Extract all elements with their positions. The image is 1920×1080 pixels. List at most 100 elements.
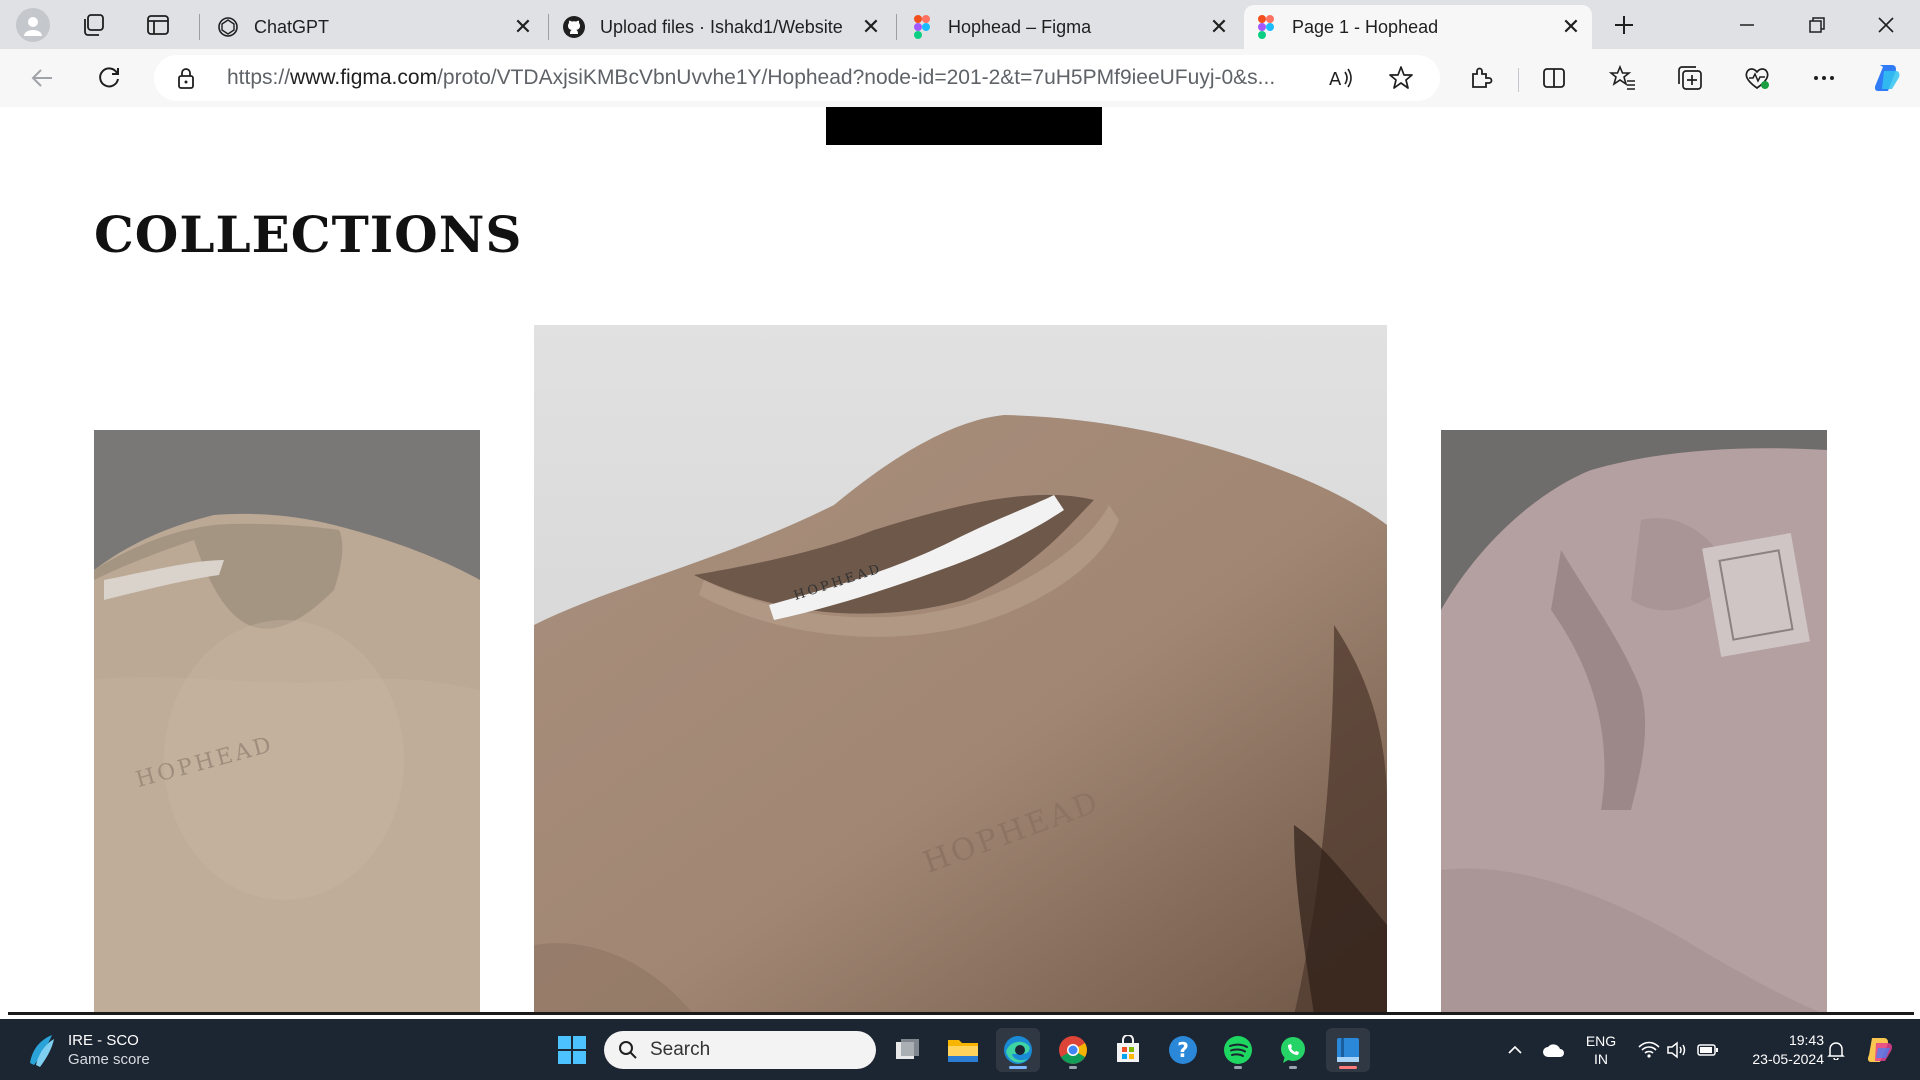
chrome-taskbar-button[interactable] — [1051, 1028, 1095, 1072]
running-indicator — [1289, 1066, 1297, 1069]
restore-icon — [1809, 16, 1825, 33]
book-app-icon — [1337, 1038, 1359, 1062]
address-bar[interactable]: https://www.figma.com/proto/VTDAxjsiKMBc… — [154, 55, 1440, 101]
back-button[interactable] — [22, 57, 64, 99]
whatsapp-icon — [1281, 1037, 1305, 1063]
chevron-up-icon — [1508, 1045, 1522, 1054]
product-card-pink-polo[interactable] — [1441, 430, 1827, 1015]
page-divider — [8, 1012, 1914, 1015]
cloud-icon — [1543, 1043, 1564, 1057]
active-indicator — [1009, 1066, 1027, 1069]
copilot-button[interactable] — [1866, 57, 1908, 99]
browser-toolbar: https://www.figma.com/proto/VTDAxjsiKMBc… — [0, 49, 1920, 107]
task-view-icon — [896, 1039, 919, 1059]
product-card-beige-tee[interactable]: HOPHEAD — [94, 430, 480, 1015]
tab-title: Upload files · Ishakd1/Website — [600, 16, 843, 37]
tab-chatgpt[interactable]: ChatGPT ✕ — [206, 5, 544, 49]
browser-tab-strip: ChatGPT ✕ Upload files · Ishakd1/Website… — [0, 0, 1920, 49]
whatsapp-taskbar-button[interactable] — [1271, 1028, 1315, 1072]
edge-icon — [1004, 1036, 1032, 1064]
app-taskbar-button[interactable] — [1326, 1028, 1370, 1072]
tab-page1-hophead[interactable]: Page 1 - Hophead ✕ — [1244, 5, 1592, 49]
pink-polo-image — [1441, 430, 1827, 1015]
split-screen-icon — [1543, 68, 1565, 88]
workspaces-icon — [84, 14, 104, 36]
wifi-tray[interactable] — [1634, 1019, 1664, 1080]
favorites-button[interactable] — [1602, 57, 1644, 99]
system-clock[interactable]: 19:43 23-05-2024 — [1734, 1019, 1824, 1080]
language-indicator[interactable]: ENG IN — [1583, 1019, 1619, 1080]
help-icon: ? — [1169, 1036, 1197, 1064]
cricket-score-icon — [30, 1035, 54, 1067]
copilot-tray[interactable] — [1860, 1019, 1900, 1080]
task-view-button[interactable] — [886, 1028, 930, 1072]
lock-icon[interactable] — [176, 66, 196, 95]
url-text[interactable]: https://www.figma.com/proto/VTDAxjsiKMBc… — [227, 66, 1322, 90]
figma-icon — [910, 15, 934, 39]
spotify-taskbar-button[interactable] — [1216, 1028, 1260, 1072]
hero-banner-bottom — [826, 107, 1102, 145]
notifications-tray[interactable] — [1822, 1019, 1850, 1080]
onedrive-tray[interactable] — [1538, 1019, 1570, 1080]
close-tab-icon[interactable]: ✕ — [1560, 14, 1582, 39]
close-tab-icon[interactable]: ✕ — [512, 14, 534, 39]
start-button[interactable] — [550, 1028, 594, 1072]
edge-taskbar-button[interactable] — [996, 1028, 1040, 1072]
show-hidden-icons[interactable] — [1500, 1019, 1530, 1080]
store-taskbar-button[interactable] — [1106, 1028, 1150, 1072]
minimize-icon — [1740, 23, 1754, 26]
volume-tray[interactable] — [1662, 1019, 1692, 1080]
workspaces-button[interactable] — [74, 5, 114, 45]
bell-icon — [1827, 1041, 1845, 1060]
extensions-button[interactable] — [1460, 57, 1502, 99]
running-indicator — [1069, 1066, 1077, 1069]
taskbar-search[interactable]: Search — [604, 1031, 876, 1069]
wifi-icon — [1638, 1041, 1660, 1058]
weather-widget[interactable]: IRE - SCO Game score — [26, 1031, 150, 1069]
spotify-icon — [1224, 1036, 1252, 1064]
refresh-button[interactable] — [88, 57, 130, 99]
battery-tray[interactable] — [1693, 1019, 1723, 1080]
tab-hophead-figma[interactable]: Hophead – Figma ✕ — [900, 5, 1240, 49]
url-scheme: https:// — [227, 66, 291, 89]
tab-title: Page 1 - Hophead — [1292, 16, 1439, 37]
figma-prototype-page: COLLECTIONS HOPHEAD HOPHEAD HOPHEAD — [8, 107, 1914, 1015]
widget-subtitle: Game score — [68, 1051, 150, 1068]
restore-button[interactable] — [1787, 0, 1847, 49]
tab-title: Hophead – Figma — [948, 16, 1092, 37]
svg-text:?: ? — [1177, 1038, 1189, 1062]
battery-icon — [1697, 1043, 1718, 1056]
taupe-tee-image — [534, 325, 1387, 1015]
help-taskbar-button[interactable]: ? — [1161, 1028, 1205, 1072]
speaker-icon — [1667, 1040, 1686, 1059]
profile-button[interactable] — [13, 5, 53, 45]
tab-actions-button[interactable] — [138, 5, 178, 45]
close-tab-icon[interactable]: ✕ — [860, 14, 882, 39]
folder-icon — [948, 1040, 978, 1062]
split-screen-button[interactable] — [1533, 57, 1575, 99]
section-title: COLLECTIONS — [94, 205, 523, 264]
file-explorer-button[interactable] — [941, 1028, 985, 1072]
heart-pulse-icon — [1745, 68, 1769, 90]
favorite-star-icon[interactable] — [1387, 64, 1415, 97]
copilot-icon — [1867, 1037, 1892, 1062]
lang-code: ENG — [1585, 1032, 1617, 1049]
close-tab-icon[interactable]: ✕ — [1208, 14, 1230, 39]
github-icon — [562, 15, 586, 39]
more-dots-icon — [1814, 76, 1834, 80]
minimize-button[interactable] — [1717, 0, 1777, 49]
tab-actions-icon — [147, 15, 169, 35]
back-arrow-icon — [31, 69, 52, 87]
new-tab-button[interactable] — [1604, 5, 1644, 45]
close-icon — [1878, 16, 1894, 33]
favorites-list-icon — [1609, 64, 1635, 90]
tab-github-upload[interactable]: Upload files · Ishakd1/Website ✕ — [552, 5, 892, 49]
collections-button[interactable] — [1669, 57, 1711, 99]
close-window-button[interactable] — [1856, 0, 1916, 49]
settings-more-button[interactable] — [1803, 57, 1845, 99]
product-card-taupe-tee[interactable]: HOPHEAD HOPHEAD — [534, 325, 1387, 1015]
browser-essentials-button[interactable] — [1736, 57, 1778, 99]
chrome-icon — [1059, 1036, 1087, 1064]
read-aloud-icon[interactable]: A — [1327, 64, 1355, 97]
search-placeholder: Search — [650, 1039, 711, 1060]
